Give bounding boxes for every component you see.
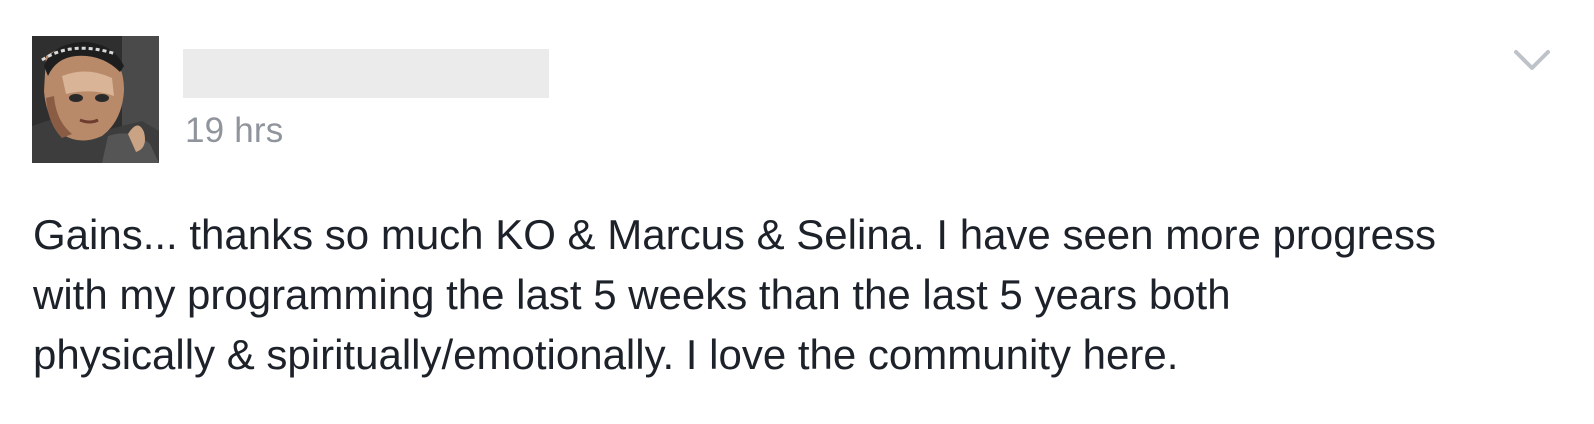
- avatar[interactable]: [32, 36, 159, 163]
- avatar-image: [32, 36, 159, 163]
- chevron-down-icon: [1514, 50, 1550, 70]
- feed-post: 19 hrs Gains... thanks so much KO & Marc…: [0, 0, 1594, 424]
- author-name-redacted[interactable]: [183, 49, 549, 98]
- post-options-button[interactable]: [1510, 40, 1554, 80]
- post-body-text: Gains... thanks so much KO & Marcus & Se…: [33, 211, 1436, 378]
- post-timestamp[interactable]: 19 hrs: [185, 111, 283, 151]
